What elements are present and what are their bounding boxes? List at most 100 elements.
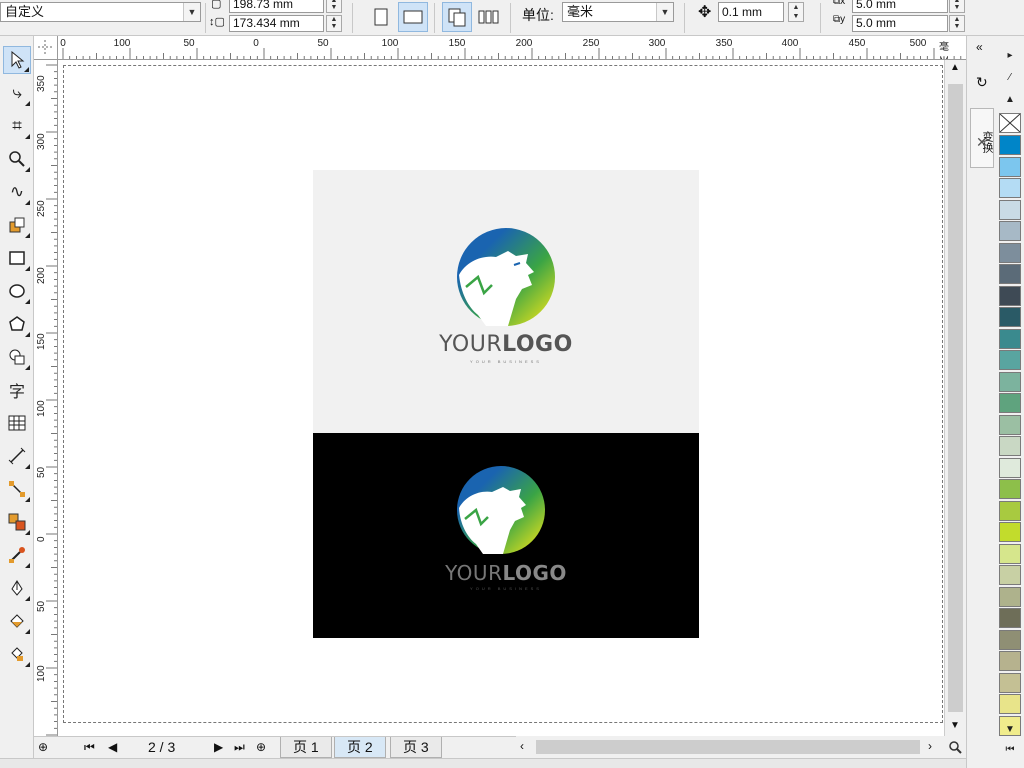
crop-tool[interactable]: ⌗	[3, 112, 31, 140]
ruler-corner[interactable]	[34, 36, 58, 60]
shape-tool[interactable]: ⤷	[3, 79, 31, 107]
portrait-button[interactable]	[366, 2, 396, 32]
palette-scroll-up-icon[interactable]: ▲	[1000, 94, 1020, 110]
last-page-icon[interactable]: ⏭	[234, 739, 245, 755]
color-swatch[interactable]	[999, 608, 1021, 628]
palette-eyedropper-icon[interactable]: ⁄	[1000, 72, 1020, 88]
color-swatch[interactable]	[999, 522, 1021, 542]
color-swatch[interactable]	[999, 543, 1021, 564]
fill-tool[interactable]	[3, 607, 31, 635]
current-page-button[interactable]	[474, 2, 504, 32]
logo-artwork[interactable]: YOURLOGO YOUR BUSINESS YOURLOGO YOUR BUS…	[313, 170, 699, 638]
page-height-field[interactable]: 173.434 mm	[229, 15, 324, 32]
scroll-up-icon[interactable]: ▲	[950, 62, 960, 73]
color-swatch[interactable]	[999, 436, 1021, 456]
scroll-left-icon[interactable]: ‹	[520, 739, 524, 753]
horizontal-scroll-thumb[interactable]	[536, 740, 920, 754]
color-swatch[interactable]	[999, 242, 1021, 263]
color-swatch[interactable]	[999, 156, 1021, 177]
color-swatch[interactable]	[999, 694, 1021, 714]
page-tab-2[interactable]: 页 2	[334, 737, 386, 758]
nudge-distance-field[interactable]: 0.1 mm	[718, 2, 784, 22]
rectangle-icon	[9, 251, 25, 265]
ellipse-tool[interactable]	[3, 277, 31, 305]
color-swatch[interactable]	[999, 393, 1021, 413]
no-color-swatch[interactable]	[999, 113, 1021, 133]
color-swatch[interactable]	[999, 264, 1021, 284]
eyedropper-icon	[9, 547, 25, 563]
outline-pen-tool[interactable]	[3, 574, 31, 602]
color-swatch[interactable]	[999, 651, 1021, 671]
color-swatch[interactable]	[999, 307, 1021, 327]
polygon-tool[interactable]	[3, 310, 31, 338]
color-swatch[interactable]	[999, 135, 1021, 155]
eyedropper-tool[interactable]	[3, 541, 31, 569]
close-icon[interactable]: ✕	[976, 134, 988, 151]
palette-scroll-down-icon[interactable]: ▼	[1000, 724, 1020, 740]
page-width-field[interactable]: 198.73 mm	[229, 0, 324, 13]
color-swatch[interactable]	[999, 500, 1021, 521]
logo-dark-version[interactable]: YOURLOGO YOUR BUSINESS	[313, 433, 699, 638]
zoom-tool[interactable]	[3, 145, 31, 173]
color-swatch[interactable]	[999, 350, 1021, 370]
connector-tool[interactable]	[3, 475, 31, 503]
ruler-label: 100	[36, 665, 47, 682]
blend-tool[interactable]	[3, 508, 31, 536]
freehand-tool[interactable]: ∿	[3, 178, 31, 206]
text-tool[interactable]: 字	[3, 376, 31, 404]
portrait-icon	[374, 8, 388, 26]
previous-page-icon[interactable]: ◀	[108, 739, 117, 755]
basic-shapes-tool[interactable]	[3, 343, 31, 371]
rectangle-tool[interactable]	[3, 244, 31, 272]
color-swatch[interactable]	[999, 629, 1021, 650]
horizontal-scrollbar[interactable]: ‹ ›	[516, 736, 944, 758]
color-swatch[interactable]	[999, 178, 1021, 198]
palette-expand-icon[interactable]: ⏮	[1000, 744, 1020, 760]
palette-menu-icon[interactable]: ▸	[1000, 50, 1020, 66]
docker-panel: « ↻ 变换 ✕	[966, 36, 996, 768]
duplicate-y-field[interactable]: 5.0 mm	[852, 15, 948, 32]
color-swatch[interactable]	[999, 199, 1021, 220]
color-swatch[interactable]	[999, 371, 1021, 392]
color-swatch[interactable]	[999, 221, 1021, 241]
units-dropdown[interactable]: 毫米 ▼	[562, 2, 674, 22]
duplicate-x-spinner[interactable]: ▲ ▼	[949, 0, 965, 13]
interactive-fill-tool[interactable]	[3, 640, 31, 668]
color-swatch[interactable]	[999, 414, 1021, 435]
insert-page-after-icon[interactable]: ⊕	[256, 739, 266, 755]
ruler-label: 0	[60, 38, 66, 49]
vertical-scroll-thumb[interactable]	[948, 84, 963, 712]
vertical-ruler[interactable]: 350 300 250 200 150 100 50 0 50 100	[34, 60, 58, 736]
duplicate-x-field[interactable]: 5.0 mm	[852, 0, 948, 13]
zoom-navigator-button[interactable]	[944, 736, 966, 758]
first-page-icon[interactable]: ⏮	[84, 739, 95, 755]
page-tab-3[interactable]: 页 3	[390, 737, 442, 758]
height-spinner[interactable]: ▲ ▼	[326, 15, 342, 32]
collapse-docker-icon[interactable]: «	[976, 40, 983, 54]
color-swatch[interactable]	[999, 565, 1021, 585]
nudge-spinner[interactable]: ▲ ▼	[788, 2, 804, 22]
page-preset-dropdown[interactable]: 自定义 ▼	[0, 2, 201, 22]
table-tool[interactable]	[3, 409, 31, 437]
page-tab-1[interactable]: 页 1	[280, 737, 332, 758]
color-swatch[interactable]	[999, 457, 1021, 478]
color-swatch[interactable]	[999, 328, 1021, 349]
vertical-scrollbar[interactable]: ▲ ▼	[944, 60, 966, 736]
pick-tool[interactable]	[3, 46, 31, 74]
width-spinner[interactable]: ▲ ▼	[326, 0, 342, 13]
scroll-down-icon[interactable]: ▼	[950, 720, 960, 731]
next-page-icon[interactable]: ▶	[214, 739, 223, 755]
color-swatch[interactable]	[999, 586, 1021, 607]
smart-fill-tool[interactable]	[3, 211, 31, 239]
horizontal-ruler[interactable]: 0 100 50 0 50 100 150 200 250 300 350 40…	[58, 36, 966, 60]
scroll-right-icon[interactable]: ›	[928, 739, 932, 753]
insert-page-before-icon[interactable]: ⊕	[38, 739, 48, 755]
color-swatch[interactable]	[999, 479, 1021, 499]
all-pages-button[interactable]	[442, 2, 472, 32]
landscape-button[interactable]	[398, 2, 428, 32]
logo-light-version[interactable]: YOURLOGO YOUR BUSINESS	[313, 170, 699, 433]
dimension-tool[interactable]	[3, 442, 31, 470]
color-swatch[interactable]	[999, 285, 1021, 306]
duplicate-y-spinner[interactable]: ▲ ▼	[949, 15, 965, 32]
color-swatch[interactable]	[999, 672, 1021, 693]
